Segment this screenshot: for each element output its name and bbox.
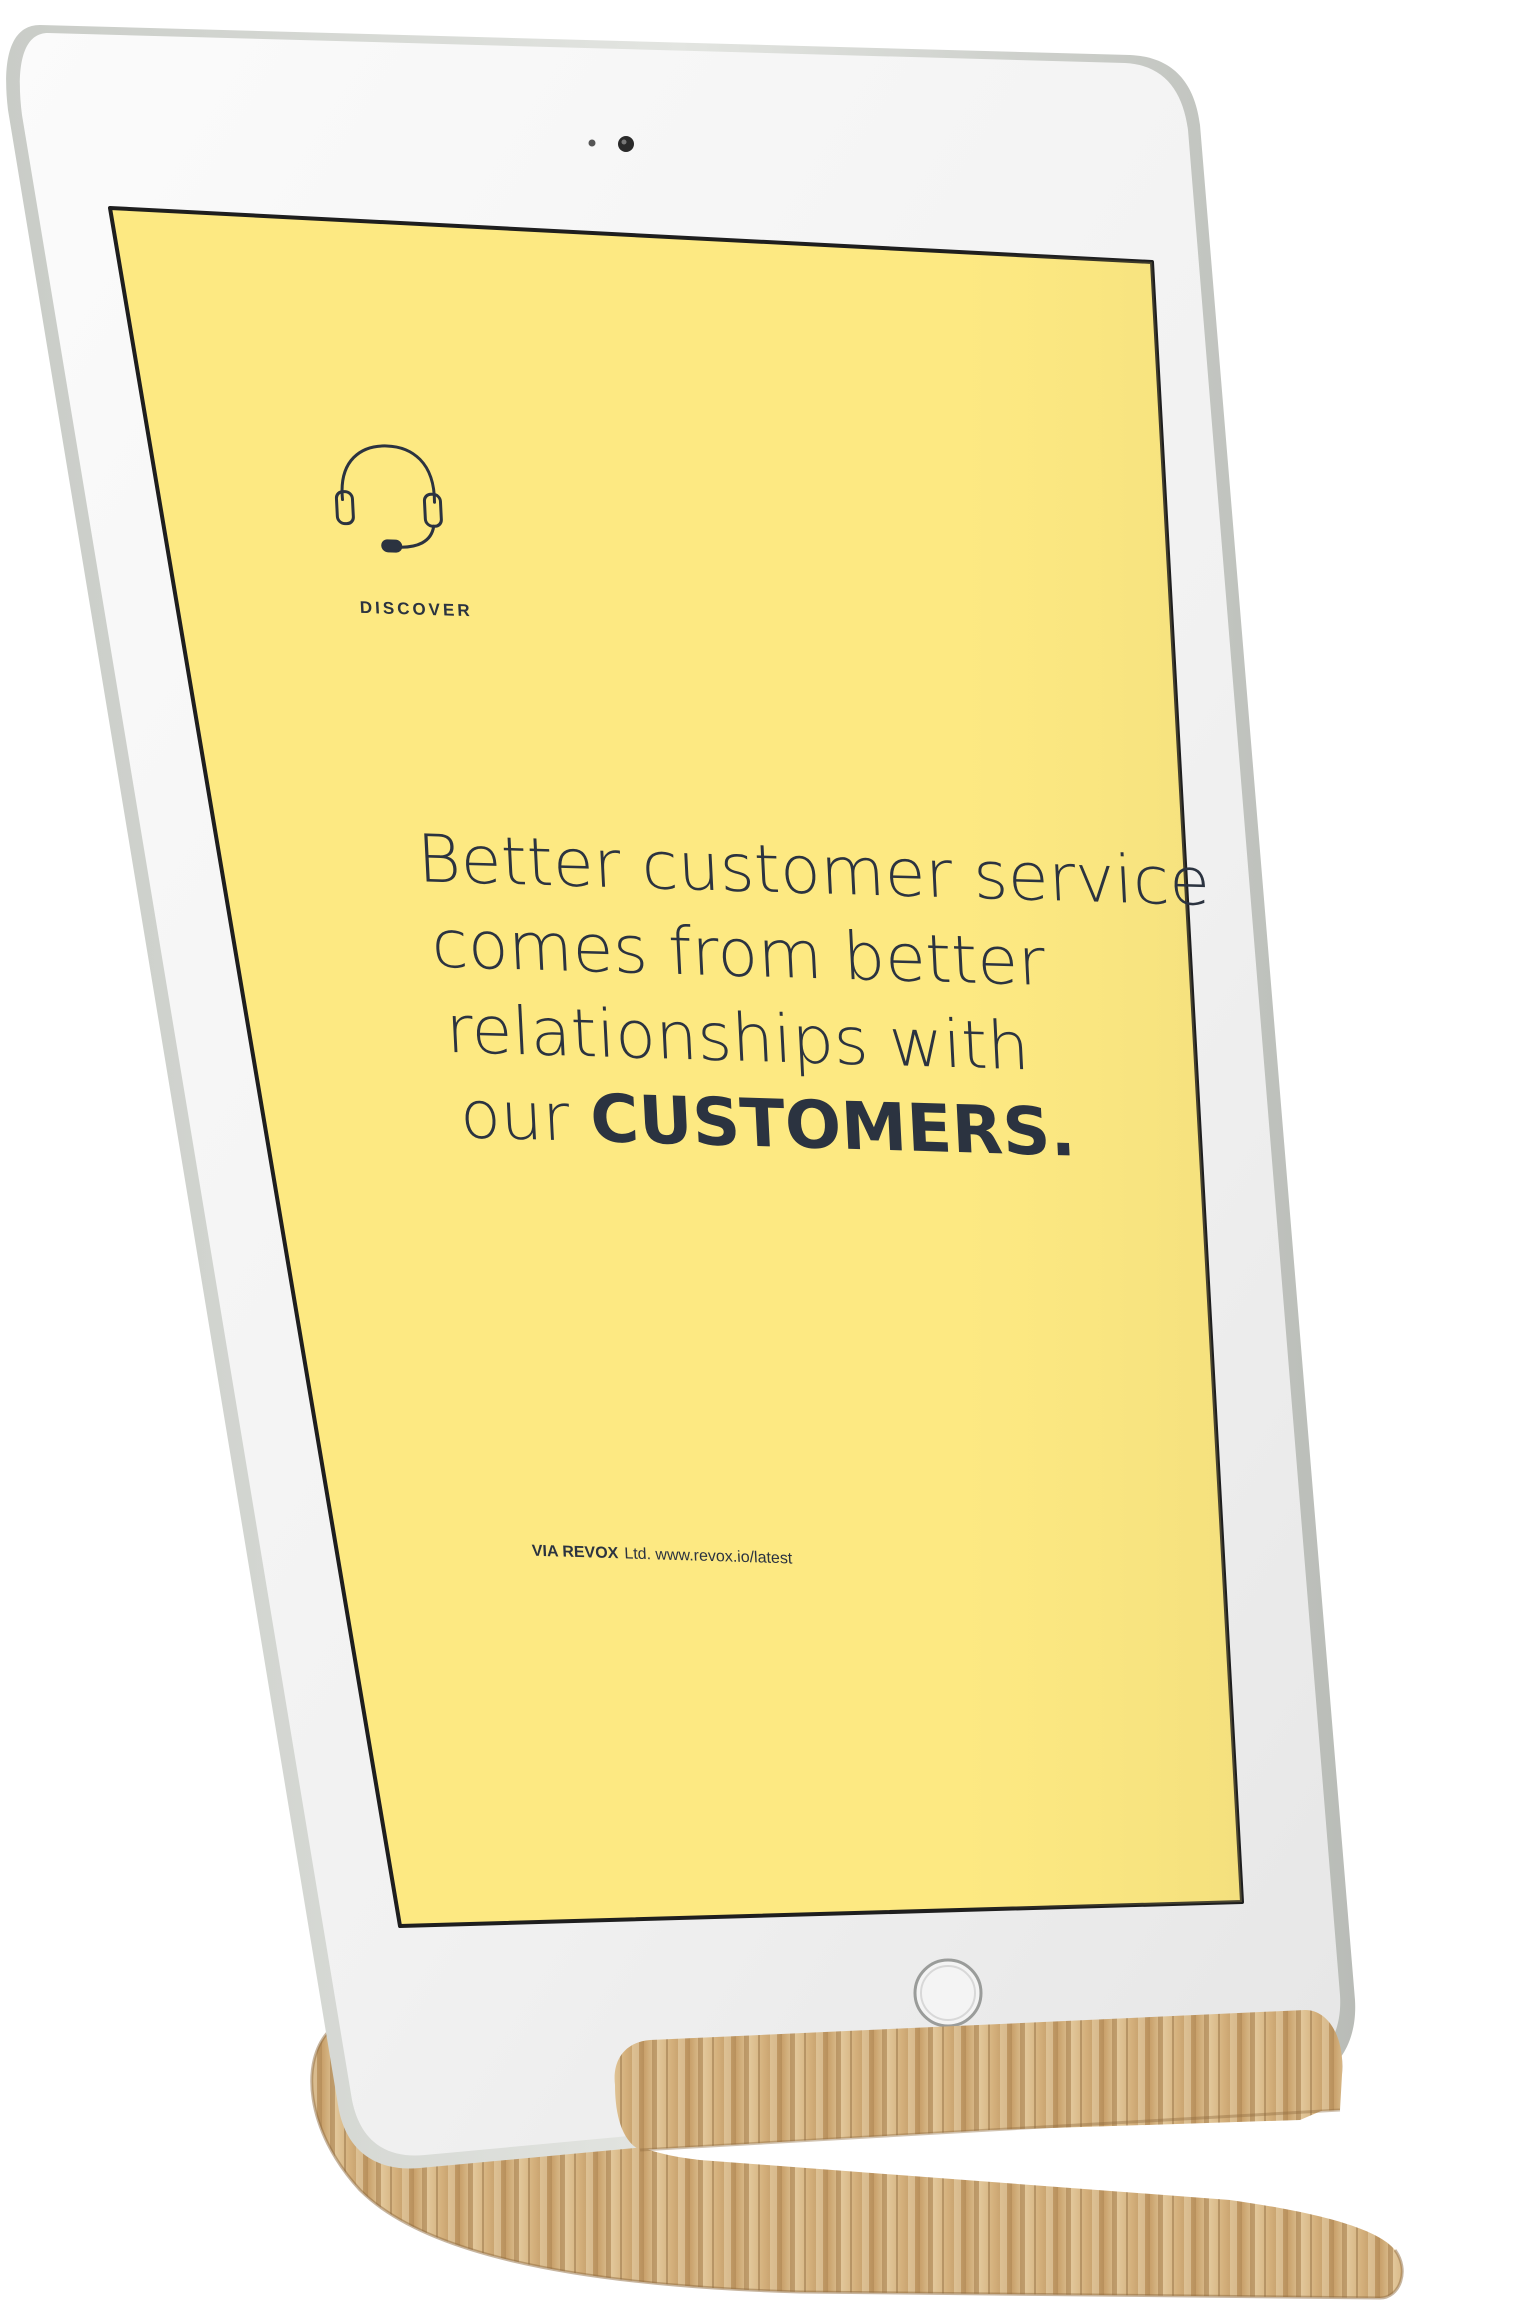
device-mockup-stage: DISCOVER Better customer service comes f… [0, 0, 1528, 2317]
device-mockup-scene: DISCOVER Better customer service comes f… [6, 25, 1404, 2300]
footer-brand: VIA REVOX [531, 1543, 619, 1563]
category-label: DISCOVER [359, 598, 473, 620]
headline-line-4-prefix: our [458, 1076, 592, 1157]
home-button[interactable] [913, 1958, 983, 2028]
headline-emphasis: CUSTOMERS. [589, 1080, 1078, 1171]
